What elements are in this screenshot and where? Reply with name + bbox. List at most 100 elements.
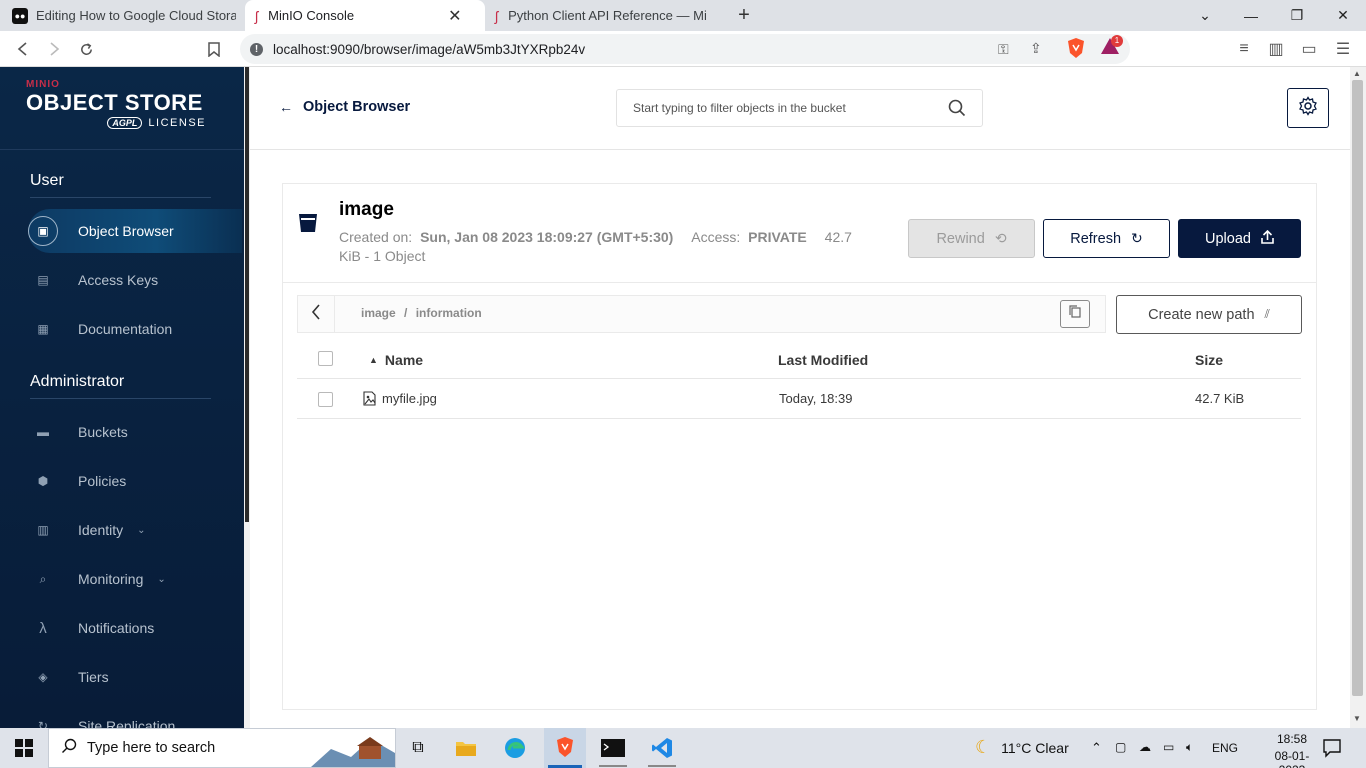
sidebar-item-label: Tiers <box>78 669 109 685</box>
clock[interactable]: 18:58 08-01-2023 <box>1264 732 1320 768</box>
forward-icon[interactable] <box>39 31 69 67</box>
sidebar-item-object-browser[interactable]: ▣ Object Browser <box>28 209 242 253</box>
sidebar-item-documentation[interactable]: ▦ Documentation <box>28 307 242 351</box>
battery-icon[interactable]: ▭ <box>1163 740 1174 754</box>
volume-icon[interactable]: 🔈︎ <box>1186 740 1193 755</box>
minimize-icon[interactable]: — <box>1228 0 1274 31</box>
divider <box>30 197 211 198</box>
column-header-last-modified[interactable]: Last Modified <box>778 352 868 368</box>
sidebar-scrollbar-thumb[interactable] <box>245 67 249 522</box>
restore-icon[interactable]: ❐ <box>1274 0 1320 31</box>
row-checkbox[interactable] <box>318 392 333 407</box>
running-indicator <box>648 765 676 767</box>
chevron-down-icon[interactable]: ⌄ <box>137 525 145 536</box>
upload-button[interactable]: Upload <box>1178 219 1301 258</box>
tab-search-icon[interactable]: ⌄ <box>1182 0 1228 31</box>
scroll-up-icon[interactable]: ▲ <box>1353 69 1361 78</box>
copy-path-button[interactable] <box>1060 300 1090 328</box>
divider <box>30 398 211 399</box>
sidebar-item-label: Site Replication <box>78 718 176 728</box>
close-tab-icon[interactable]: ✕ <box>448 6 461 26</box>
key-icon[interactable]: ⚿ <box>998 41 1009 58</box>
edge-icon[interactable] <box>495 732 535 764</box>
sidebar-item-policies[interactable]: ⬢ Policies <box>28 459 242 503</box>
search-icon[interactable] <box>948 99 966 122</box>
time-text: 18:58 <box>1276 732 1308 746</box>
page-title: Object Browser <box>303 99 411 115</box>
bookmark-icon[interactable] <box>199 31 229 67</box>
scroll-down-icon[interactable]: ▼ <box>1353 714 1361 723</box>
brave-rewards-icon[interactable]: 1 <box>1100 35 1126 59</box>
new-tab-button[interactable]: + <box>732 3 756 27</box>
close-window-icon[interactable]: ✕ <box>1320 0 1366 31</box>
breadcrumb-separator: / <box>404 306 408 320</box>
device-icon[interactable]: ▢ <box>1115 740 1126 754</box>
sidebar-item-site-replication[interactable]: ↻ Site Replication <box>28 704 242 728</box>
breadcrumb-segment[interactable]: information <box>416 306 482 320</box>
reload-icon[interactable] <box>71 31 101 67</box>
tab-python-client[interactable]: ʃ Python Client API Reference — MinIO <box>485 0 730 31</box>
gear-icon <box>1298 95 1318 121</box>
cloud-icon[interactable]: ☁ <box>1139 740 1151 754</box>
weather-widget[interactable]: ☾ 11°C Clear <box>975 737 1069 758</box>
windows-start-icon[interactable] <box>0 728 48 768</box>
wallet-icon[interactable]: ▭ <box>1294 31 1324 67</box>
sidebar-item-access-keys[interactable]: ▤ Access Keys <box>28 258 242 302</box>
breadcrumb-segment[interactable]: image <box>361 306 396 320</box>
create-new-path-button[interactable]: Create new path ⫽ <box>1116 295 1302 334</box>
sidebar-item-tiers[interactable]: ◈ Tiers <box>28 655 242 699</box>
row-name[interactable]: myfile.jpg <box>382 391 437 406</box>
object-browser-icon: ▣ <box>28 216 58 246</box>
brave-shield-icon[interactable] <box>1066 37 1088 59</box>
reading-list-icon[interactable]: ≡ <box>1229 31 1259 67</box>
language-indicator[interactable]: ENG <box>1212 741 1238 755</box>
back-icon[interactable] <box>8 31 38 67</box>
agpl-badge: AGPL <box>107 117 143 129</box>
section-title-user: User <box>30 172 64 189</box>
access-keys-icon: ▤ <box>37 273 49 287</box>
chevron-up-icon[interactable]: ⌃ <box>1091 740 1102 756</box>
copy-icon <box>1069 305 1081 323</box>
object-filter-search[interactable]: Start typing to filter objects in the bu… <box>616 89 983 127</box>
lambda-icon: λ <box>39 619 47 637</box>
policies-icon: ⬢ <box>37 474 49 488</box>
omnibox[interactable]: ! localhost:9090/browser/image/aW5mb3JtY… <box>240 34 1130 64</box>
documentation-icon: ▦ <box>37 322 49 336</box>
url-text[interactable]: localhost:9090/browser/image/aW5mb3JtYXR… <box>273 42 585 57</box>
task-view-icon[interactable]: ⧉ <box>398 732 438 764</box>
tab-minio-console[interactable]: ʃ MinIO Console ✕ <box>245 0 485 31</box>
settings-button[interactable] <box>1287 88 1329 128</box>
minio-logo: MINIO OBJECT STORE AGPL LICENSE <box>26 79 206 129</box>
search-input[interactable]: Start typing to filter objects in the bu… <box>633 101 846 115</box>
menu-icon[interactable]: ☰ <box>1328 31 1358 67</box>
taskbar-search-input[interactable]: Type here to search <box>87 740 215 756</box>
column-header-size[interactable]: Size <box>1195 352 1223 368</box>
brave-taskbar-button[interactable] <box>544 728 586 768</box>
column-header-name[interactable]: ▲ Name <box>369 352 423 368</box>
site-info-icon[interactable]: ! <box>250 42 263 56</box>
rewards-badge: 1 <box>1111 35 1123 47</box>
minio-favicon-icon: ʃ <box>495 7 499 24</box>
chevron-down-icon[interactable]: ⌄ <box>157 574 165 585</box>
sidebar-item-buckets[interactable]: ▬ Buckets <box>28 410 242 454</box>
sidebar-item-monitoring[interactable]: ⌕ Monitoring ⌄ <box>28 557 242 601</box>
divider <box>297 418 1301 419</box>
taskbar-search[interactable]: Type here to search <box>48 728 396 768</box>
terminal-icon[interactable] <box>593 732 633 764</box>
share-icon[interactable]: ⇪ <box>1030 40 1042 57</box>
vscode-icon[interactable] <box>642 732 682 764</box>
back-to-object-browser[interactable]: ← Object Browser <box>279 99 410 115</box>
tab-editing[interactable]: ●● Editing How to Google Cloud Storage <box>0 0 245 31</box>
sidebar-toggle-icon[interactable]: ▥ <box>1261 31 1291 67</box>
sidebar-item-identity[interactable]: ▥ Identity ⌄ <box>28 508 242 552</box>
breadcrumb-back-button[interactable] <box>298 296 335 332</box>
sidebar-item-notifications[interactable]: λ Notifications <box>28 606 242 650</box>
weather-text: 11°C Clear <box>1001 739 1069 756</box>
rewind-button[interactable]: Rewind ⟲ <box>908 219 1035 258</box>
header-divider <box>250 149 1350 150</box>
refresh-button[interactable]: Refresh ↻ <box>1043 219 1170 258</box>
notification-icon[interactable] <box>1322 738 1342 763</box>
select-all-checkbox[interactable] <box>318 351 333 366</box>
file-explorer-icon[interactable] <box>446 732 486 764</box>
page-scrollbar-thumb[interactable] <box>1352 80 1363 696</box>
